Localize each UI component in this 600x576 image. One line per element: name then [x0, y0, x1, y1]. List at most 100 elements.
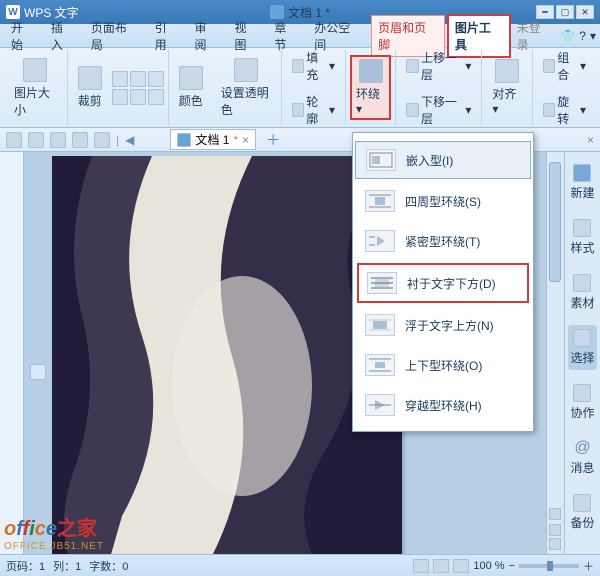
select-icon: [573, 329, 591, 347]
tabstrip-close[interactable]: ×: [587, 133, 594, 147]
qat-save-icon[interactable]: [6, 132, 22, 148]
wrap-top-bottom[interactable]: 上下型环绕(O): [353, 345, 533, 385]
doc-tab-label: 文档 1: [195, 131, 229, 148]
qat-print-icon[interactable]: [28, 132, 44, 148]
transparency-icon: [234, 58, 258, 82]
scrollbar-thumb[interactable]: [549, 162, 561, 282]
qat-undo-icon[interactable]: [72, 132, 88, 148]
sidepane-collab[interactable]: 协作: [568, 380, 596, 425]
window-close-button[interactable]: ✕: [576, 5, 594, 19]
page-break-flag-icon: [30, 364, 46, 380]
crop-button[interactable]: 裁剪: [72, 64, 108, 111]
wrap-inline-icon: [366, 149, 396, 171]
collab-icon: [573, 384, 591, 402]
materials-icon: [573, 274, 591, 292]
sidepane-styles[interactable]: 样式: [568, 215, 596, 260]
wrap-front-icon: [365, 314, 395, 336]
watermark: office之家 OFFICE.JB51.NET: [4, 512, 104, 552]
doc-tab-close[interactable]: ×: [242, 133, 249, 147]
wrap-tight-icon: [365, 230, 395, 252]
select-browse-object-button[interactable]: [549, 524, 561, 536]
menu-bar: 开始 插入 页面布局 引用 审阅 视图 章节 办公空间 页眉和页脚 图片工具 未…: [0, 24, 600, 48]
page-up-button[interactable]: [549, 508, 561, 520]
zoom-slider-thumb[interactable]: [547, 561, 553, 571]
doc-tab-icon: [177, 133, 191, 147]
crop-icon: [78, 66, 102, 90]
sidepane-select[interactable]: 选择: [568, 325, 596, 370]
picture-size-button[interactable]: 图片大小: [8, 56, 63, 120]
menu-caret-icon[interactable]: ▾: [590, 29, 596, 43]
align-icon: [495, 59, 519, 83]
help-icon[interactable]: ?: [579, 29, 586, 43]
picture-size-icon: [23, 58, 47, 82]
skin-icon[interactable]: 👕: [560, 29, 575, 43]
rotate-button[interactable]: 旋转 ▾: [539, 91, 590, 129]
zoom-slider[interactable]: [519, 564, 579, 568]
window-minimize-button[interactable]: ━: [536, 5, 554, 19]
wrap-topbottom-icon: [365, 354, 395, 376]
sidepane-materials[interactable]: 素材: [568, 270, 596, 315]
wrap-dropdown: 嵌入型(I) 四周型环绕(S) 紧密型环绕(T) 衬于文字下方(D) 浮于文字上…: [352, 132, 534, 432]
wrap-through[interactable]: 穿越型环绕(H): [353, 385, 533, 425]
send-backward-icon: [406, 103, 419, 117]
wrap-through-icon: [365, 394, 395, 416]
side-pane: 新建 样式 素材 选择 协作 @消息 备份: [564, 152, 600, 554]
wrap-behind-icon: [367, 272, 397, 294]
wrap-square[interactable]: 四周型环绕(S): [353, 181, 533, 221]
outline-button[interactable]: 轮廓 ▾: [288, 91, 339, 129]
vertical-ruler: [0, 152, 24, 554]
doc-tab-star: *: [233, 133, 238, 147]
adjust-icons[interactable]: [112, 71, 164, 105]
qat-redo-icon[interactable]: [94, 132, 110, 148]
sidepane-messages[interactable]: @消息: [568, 435, 596, 480]
send-backward-button[interactable]: 下移一层 ▾: [402, 91, 475, 129]
document-tab[interactable]: 文档 1 * ×: [170, 129, 256, 150]
wrap-square-icon: [365, 190, 395, 212]
view-web[interactable]: [453, 559, 469, 573]
wrap-tight[interactable]: 紧密型环绕(T): [353, 221, 533, 261]
status-column: 列：1: [53, 558, 81, 574]
sidepane-new[interactable]: 新建: [568, 160, 596, 205]
backup-icon: [573, 494, 591, 512]
fill-button[interactable]: 填充 ▾: [288, 47, 339, 85]
status-page: 页码：1: [6, 558, 45, 574]
ribbon: 图片大小 裁剪 颜色 设置透明色 填充 ▾ 轮廓 ▾ 环绕 ▾ 上移一层 ▾ 下…: [0, 48, 600, 128]
styles-icon: [573, 219, 591, 237]
wrap-behind-text[interactable]: 衬于文字下方(D): [357, 263, 529, 303]
wrap-in-front[interactable]: 浮于文字上方(N): [353, 305, 533, 345]
group-icon: [543, 59, 555, 73]
new-tab-button[interactable]: ＋: [266, 130, 280, 150]
status-word-count: 字数：0: [89, 558, 128, 574]
zoom-out-button[interactable]: −: [509, 560, 515, 572]
window-maximize-button[interactable]: ▢: [556, 5, 574, 19]
new-icon: [573, 164, 591, 182]
sidepane-backup[interactable]: 备份: [568, 490, 596, 535]
wrap-inline[interactable]: 嵌入型(I): [355, 141, 531, 179]
fill-icon: [292, 59, 304, 73]
wrap-icon: [359, 59, 383, 83]
doc-tab-prev[interactable]: ◀: [125, 133, 134, 147]
wrap-button[interactable]: 环绕 ▾: [350, 55, 391, 120]
color-icon: [179, 66, 203, 90]
doc-icon: [270, 5, 284, 19]
view-outline[interactable]: [433, 559, 449, 573]
bring-forward-icon: [406, 59, 419, 73]
view-print-layout[interactable]: [413, 559, 429, 573]
doc-title-wrap: 文档 1 *: [270, 4, 330, 21]
page-down-button[interactable]: [549, 538, 561, 550]
at-icon: @: [574, 439, 590, 457]
align-button[interactable]: 对齐 ▾: [486, 57, 527, 118]
doc-title: 文档 1 *: [288, 4, 330, 21]
status-bar: 页码：1 列：1 字数：0 100 % − ＋: [0, 554, 600, 576]
outline-icon: [292, 103, 304, 117]
rotate-icon: [543, 103, 555, 117]
document-page[interactable]: [52, 156, 402, 554]
group-button[interactable]: 组合 ▾: [539, 47, 590, 85]
zoom-value[interactable]: 100 %: [473, 560, 504, 572]
qat-preview-icon[interactable]: [50, 132, 66, 148]
color-button[interactable]: 颜色: [173, 64, 209, 111]
bring-forward-button[interactable]: 上移一层 ▾: [402, 47, 475, 85]
transparency-button[interactable]: 设置透明色: [215, 56, 277, 120]
zoom-in-button[interactable]: ＋: [583, 558, 594, 574]
vertical-scrollbar[interactable]: [546, 152, 564, 554]
